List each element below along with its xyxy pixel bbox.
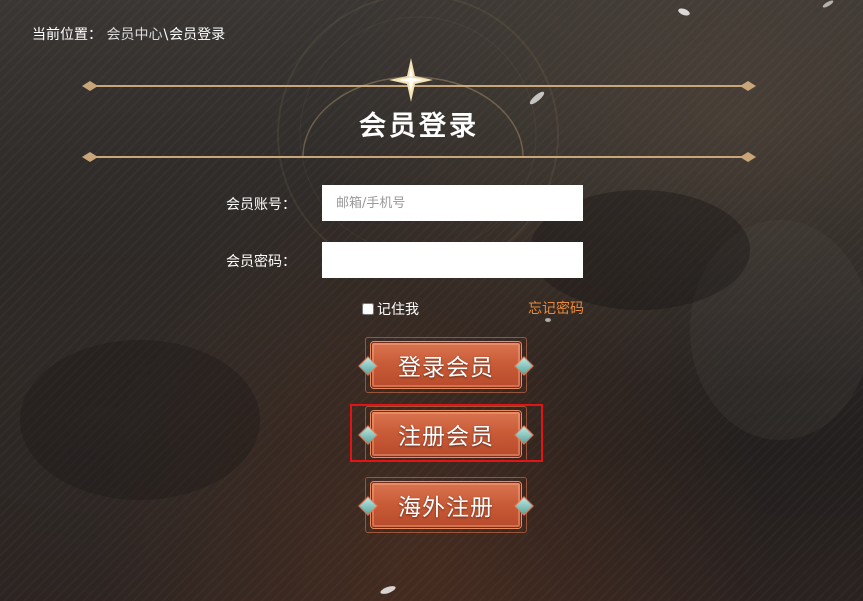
- overseas-register-button[interactable]: 海外注册: [357, 477, 535, 533]
- title-banner: 会员登录: [78, 58, 760, 168]
- breadcrumb-current: 会员登录: [169, 27, 226, 43]
- remember-me-label: 记住我: [377, 302, 419, 318]
- remember-me[interactable]: 记住我: [362, 299, 419, 319]
- breadcrumb-prefix: 当前位置：: [32, 27, 102, 43]
- password-input[interactable]: [322, 242, 583, 278]
- password-row: 会员密码：: [0, 242, 863, 278]
- register-highlight-box: [350, 404, 543, 462]
- breadcrumb-separator: \: [163, 27, 169, 43]
- login-button-label: 登录会员: [398, 355, 494, 381]
- breadcrumb: 当前位置： 会员中心\会员登录: [32, 24, 225, 44]
- account-input[interactable]: [322, 185, 583, 221]
- page-title: 会员登录: [359, 111, 479, 142]
- remember-me-checkbox[interactable]: [362, 303, 374, 315]
- account-row: 会员账号：: [0, 185, 863, 221]
- password-label: 会员密码：: [226, 254, 296, 270]
- breadcrumb-member-center[interactable]: 会员中心: [106, 27, 162, 43]
- forgot-password-link[interactable]: 忘记密码: [528, 298, 584, 318]
- account-label: 会员账号：: [226, 197, 296, 213]
- login-button[interactable]: 登录会员: [357, 337, 535, 393]
- overseas-register-button-label: 海外注册: [398, 495, 494, 521]
